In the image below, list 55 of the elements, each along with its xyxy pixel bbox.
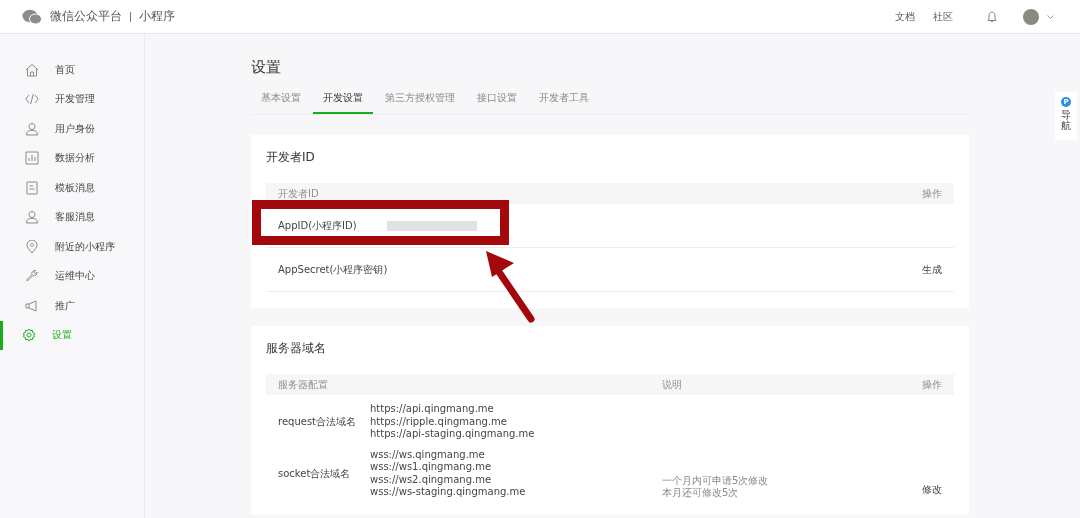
sidebar-item[interactable]: 首页 (0, 55, 144, 85)
tab[interactable]: 开发者工具 (529, 87, 599, 114)
person-icon (25, 210, 39, 225)
domain-url: wss://ws2.qingmang.me (370, 473, 493, 486)
table-cell-text: request合法域名 (278, 414, 357, 429)
note-text: 本月还可修改5次 (662, 486, 740, 499)
header-link[interactable]: 文档 (895, 9, 915, 24)
wrench-icon (25, 269, 39, 284)
tab[interactable]: 第三方授权管理 (375, 87, 465, 114)
action-link[interactable]: 生成 (922, 262, 942, 277)
table-cell-text: socket合法域名 (278, 466, 352, 481)
action-link[interactable]: 修改 (922, 483, 942, 495)
sidebar-item[interactable]: 开发管理 (0, 84, 144, 114)
domain-url: wss://ws1.qingmang.me (370, 461, 493, 474)
sidebar-item[interactable]: 数据分析 (0, 143, 144, 173)
location-pin-icon (25, 239, 39, 254)
domain-url: wss://ws.qingmang.me (370, 448, 486, 461)
product-name: 小程序 (139, 8, 175, 25)
sidebar-item[interactable]: 运维中心 (0, 261, 144, 291)
column-header: 操作 (921, 377, 942, 392)
person-icon (25, 121, 39, 136)
home-icon (25, 62, 39, 77)
header-link[interactable]: 社区 (933, 9, 953, 24)
table-cell: AppID(小程序ID) (278, 218, 357, 233)
code-icon (25, 92, 39, 107)
domain-url: https://ripple.qingmang.me (370, 415, 508, 428)
column-header: 开发者ID (278, 186, 319, 201)
megaphone-icon (25, 298, 39, 313)
notification-bell-icon[interactable] (987, 10, 997, 23)
column-header: 说明 (662, 377, 683, 392)
sidebar-item[interactable]: 用户身份 (0, 114, 144, 144)
avatar-icon[interactable] (1023, 8, 1039, 25)
sidebar-item[interactable]: 模板消息 (0, 173, 144, 203)
page-title: 设置 (251, 57, 282, 78)
chat-bubbles-logo-icon (22, 8, 42, 25)
document-icon (25, 180, 39, 195)
sidebar-item[interactable]: 附近的小程序 (0, 232, 144, 262)
note-text: 一个月内可申请5次修改 (662, 474, 770, 487)
domain-url: https://api.qingmang.me (370, 403, 495, 416)
domain-url: wss://ws-staging.qingmang.me (370, 486, 527, 499)
card-title: 服务器域名 (266, 340, 327, 357)
bar-chart-icon (25, 151, 39, 166)
tab[interactable]: 基本设置 (251, 87, 311, 114)
caret-icon[interactable] (1047, 14, 1054, 19)
sidebar-item[interactable]: 推广 (0, 291, 144, 321)
sidebar-item[interactable]: 客服消息 (0, 202, 144, 232)
column-header: 操作 (922, 186, 942, 201)
platform-name: 微信公众平台 (50, 8, 122, 25)
gear-icon (22, 328, 36, 343)
column-header: 服务器配置 (278, 377, 329, 392)
table-cell: AppSecret(小程序密钥) (278, 262, 388, 277)
tab[interactable]: 开发设置 (313, 87, 373, 114)
tab[interactable]: 接口设置 (467, 87, 527, 114)
domain-url: https://api-staging.qingmang.me (370, 428, 536, 441)
card-title: 开发者ID (266, 149, 316, 166)
